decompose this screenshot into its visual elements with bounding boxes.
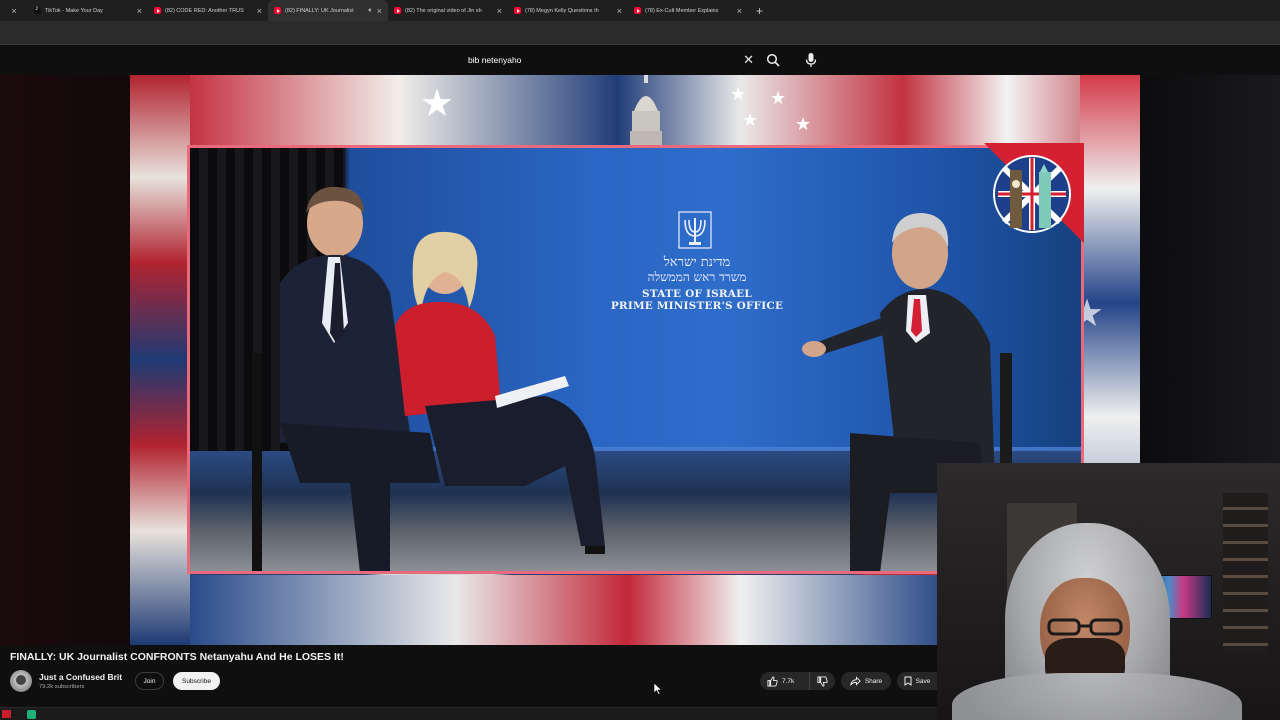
star-icon: ★: [420, 83, 455, 125]
hebrew-title: מדינת ישראל: [663, 255, 731, 270]
microphone-icon[interactable]: [804, 52, 818, 68]
speaker-icon[interactable]: 🔈︎: [369, 7, 373, 15]
star-icon: ★: [742, 110, 759, 130]
browser-tab[interactable]: (82) The original video of Jin sh ×: [388, 0, 508, 21]
youtube-icon: [634, 7, 641, 14]
close-icon[interactable]: ×: [737, 6, 742, 16]
star-icon: ★: [770, 88, 787, 108]
youtube-app-icon[interactable]: [2, 710, 11, 718]
browser-tab[interactable]: (82) CODE RED: Another TRUS ×: [148, 0, 268, 21]
big-ben-liberty-badge-icon: [993, 155, 1071, 233]
tab-title: (78) Ex-Cult Member Explains: [645, 7, 719, 14]
youtube-icon: [154, 7, 161, 14]
save-button[interactable]: Save: [897, 672, 937, 690]
tab-title: (82) The original video of Jin sh: [405, 7, 482, 14]
browser-tab-strip: × TikTok - Make Your Day × (82) CODE RED…: [0, 0, 1280, 21]
browser-tab[interactable]: (78) Megyn Kelly Questions th ×: [508, 0, 628, 21]
tiktok-icon: [34, 5, 41, 14]
dislike-button[interactable]: [810, 672, 835, 690]
close-icon[interactable]: ×: [377, 6, 382, 16]
share-label: Share: [864, 677, 883, 685]
like-count: 7.7k: [782, 677, 795, 685]
subscribe-button[interactable]: Subscribe: [173, 672, 220, 690]
close-icon[interactable]: ×: [617, 6, 622, 16]
search-icon[interactable]: [766, 53, 780, 67]
tab-title: (82) CODE RED: Another TRUS: [165, 7, 244, 14]
close-icon[interactable]: ×: [257, 6, 262, 16]
join-button[interactable]: Join: [135, 672, 164, 690]
close-icon[interactable]: ×: [497, 6, 502, 16]
share-button[interactable]: Share: [841, 672, 891, 690]
app-icon[interactable]: [27, 710, 36, 719]
subscriber-count: 79.2k subscribers: [39, 684, 85, 690]
share-icon: [850, 676, 861, 686]
like-dislike-group: 7.7k: [760, 672, 835, 690]
address-bar[interactable]: [0, 21, 1280, 44]
clear-search-icon[interactable]: ✕: [743, 52, 754, 68]
mouse-cursor-icon: [654, 683, 662, 695]
avatar[interactable]: [10, 670, 32, 692]
taskbar: [0, 707, 937, 720]
thumbs-down-icon: [817, 675, 828, 687]
video-title: FINALLY: UK Journalist CONFRONTS Netanya…: [10, 651, 344, 663]
glasses-icon: [1047, 618, 1123, 636]
menorah-emblem-icon: [678, 211, 712, 249]
youtube-icon: [274, 7, 281, 14]
new-tab-button[interactable]: +: [756, 4, 763, 18]
like-button[interactable]: 7.7k: [760, 672, 810, 690]
interviewer-figure: [395, 231, 605, 554]
thumbs-up-icon: [767, 675, 778, 687]
video-info: FINALLY: UK Journalist CONFRONTS Netanya…: [0, 645, 937, 707]
search-input[interactable]: bib netenyaho ✕: [460, 49, 762, 71]
bookmark-icon: [904, 676, 912, 686]
star-icon: ★: [730, 84, 747, 104]
hebrew-subtitle: משרד ראש הממשלה: [647, 270, 747, 284]
state-of-israel-label: STATE OF ISRAEL: [642, 288, 752, 300]
channel-name[interactable]: Just a Confused Brit: [39, 672, 122, 682]
webcam-overlay: [937, 463, 1280, 720]
search-query[interactable]: bib netenyaho: [468, 55, 743, 65]
browser-tab-active[interactable]: (82) FINALLY: UK Journalist 🔈︎ ×: [268, 0, 388, 21]
close-icon[interactable]: ×: [137, 6, 142, 16]
tab-title: TikTok - Make Your Day: [45, 7, 103, 14]
capitol-dome-icon: [630, 75, 662, 145]
youtube-icon: [514, 7, 521, 14]
save-label: Save: [915, 677, 931, 685]
tab-title: (82) FINALLY: UK Journalist: [285, 7, 354, 14]
browser-tab[interactable]: TikTok - Make Your Day ×: [28, 0, 148, 21]
browser-tab[interactable]: (78) Ex-Cult Member Explains ×: [628, 0, 748, 21]
close-icon[interactable]: ×: [0, 6, 28, 16]
youtube-header: bib netenyaho ✕: [0, 45, 1280, 75]
tab-title: (78) Megyn Kelly Questions th: [525, 7, 599, 14]
star-icon: ★: [795, 114, 812, 134]
youtube-icon: [394, 7, 401, 14]
